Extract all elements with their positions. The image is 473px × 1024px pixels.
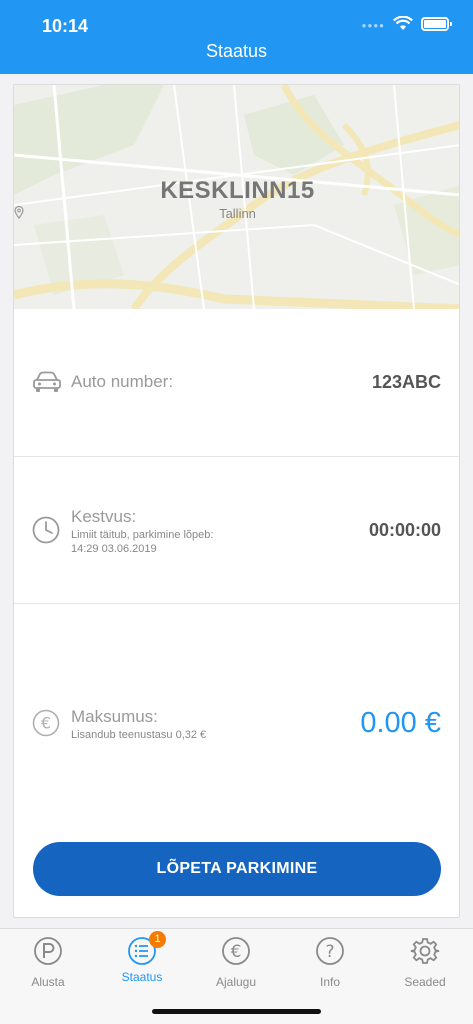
clock-icon (32, 516, 60, 544)
tab-label: Seaded (404, 975, 446, 989)
gear-icon (410, 938, 440, 964)
tab-ajalugu[interactable]: € Ajalugu (196, 936, 276, 989)
battery-icon (421, 16, 452, 31)
duration-end-time: 14:29 03.06.2019 (71, 543, 157, 555)
list-icon-wrap: 1 (127, 931, 166, 966)
zone-city: Tallinn (14, 206, 459, 221)
tab-label: Ajalugu (215, 975, 257, 989)
parking-icon (34, 937, 62, 965)
duration-label: Kestvus: (71, 507, 137, 526)
svg-text:?: ? (325, 942, 334, 962)
euro-icon: € (32, 709, 60, 737)
duration-note: Limiit täitub, parkimine lõpeb: (71, 529, 214, 541)
duration-row: Kestvus: Limiit täitub, parkimine lõpeb:… (14, 457, 459, 603)
tab-seaded[interactable]: Seaded (385, 936, 465, 989)
car-icon (33, 371, 61, 392)
zone-map: KESKLINN15 Tallinn (14, 85, 459, 309)
duration-value: 00:00:00 (368, 520, 441, 540)
status-badge: 1 (149, 931, 166, 948)
payment-value: 0.00 € (360, 707, 441, 739)
zone-city-label: Tallinn (219, 206, 256, 221)
tab-label: Alusta (31, 975, 65, 989)
location-pin-icon (14, 206, 24, 219)
payment-label: Maksumus: (71, 707, 158, 726)
payment-row: € Maksumus: Lisandub teenustasu 0,32 € 0… (14, 604, 459, 834)
tab-label: Info (319, 975, 340, 989)
euro-icon: € (222, 937, 250, 965)
svg-text:€: € (231, 942, 242, 962)
payment-note: Lisandub teenustasu 0,32 € (71, 729, 207, 741)
tab-label: Staatus (121, 970, 163, 984)
zone-name: KESKLINN15 (160, 177, 315, 204)
tab-alusta[interactable]: Alusta (8, 936, 88, 989)
home-indicator (152, 1009, 321, 1014)
app-header: 10:14 ●●●● Staatus (0, 0, 473, 74)
car-number-row: Auto number: 123ABC (14, 309, 459, 456)
question-icon: ? (316, 937, 344, 965)
svg-text:€: € (41, 714, 51, 733)
tab-info[interactable]: ? Info (290, 936, 370, 989)
end-parking-button[interactable]: LÕPETA PARKIMINE (33, 842, 441, 896)
car-number-label: Auto number: (71, 372, 174, 391)
page-title: Staatus (205, 41, 268, 61)
cellular-signal-icon: ●●●● (361, 21, 385, 30)
tab-staatus[interactable]: 1 Staatus (102, 931, 182, 984)
status-icons: ●●●● (361, 16, 452, 31)
parking-status-card: KESKLINN15 Tallinn Auto number: 123ABC K… (13, 84, 460, 918)
car-number-value: 123ABC (371, 372, 441, 392)
status-time: 10:14 (42, 16, 89, 36)
wifi-icon (393, 16, 413, 30)
